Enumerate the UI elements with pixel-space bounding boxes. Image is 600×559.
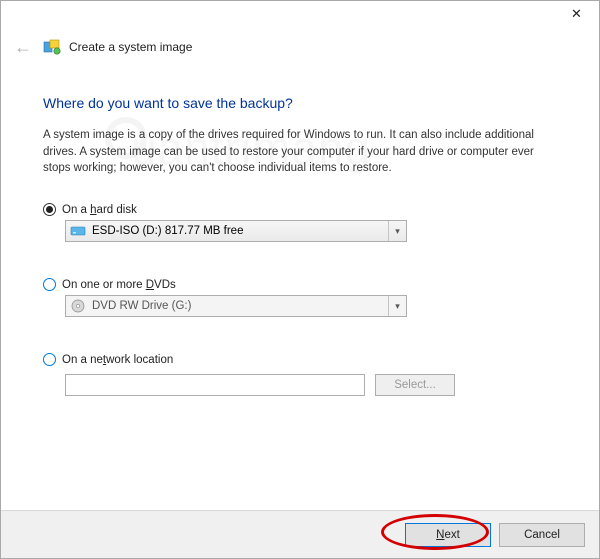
network-path-input[interactable] xyxy=(65,374,365,396)
close-button[interactable]: ✕ xyxy=(554,1,599,29)
option-dvds: On one or more DVDs DVD RW Drive (G:) ▾ xyxy=(43,278,557,317)
wizard-content: uantrimang Where do you want to save the… xyxy=(1,95,599,396)
radio-hard-disk-label: On a hard disk xyxy=(62,204,137,216)
dvds-combo[interactable]: DVD RW Drive (G:) ▾ xyxy=(65,295,407,317)
radio-network[interactable]: On a network location xyxy=(43,353,557,366)
option-network: On a network location Select... xyxy=(43,353,557,396)
system-image-icon xyxy=(43,38,61,56)
dvds-combo-value: DVD RW Drive (G:) xyxy=(92,300,388,312)
radio-dvds[interactable]: On one or more DVDs xyxy=(43,278,557,291)
page-heading: Where do you want to save the backup? xyxy=(43,95,557,111)
radio-dvds-input[interactable] xyxy=(43,278,56,291)
select-button: Select... xyxy=(375,374,455,396)
hard-disk-combo[interactable]: ESD-ISO (D:) 817.77 MB free ▾ xyxy=(65,220,407,242)
radio-hard-disk-input[interactable] xyxy=(43,203,56,216)
radio-network-input[interactable] xyxy=(43,353,56,366)
cancel-button[interactable]: Cancel xyxy=(499,523,585,547)
back-arrow-icon[interactable]: ← xyxy=(11,35,35,59)
radio-network-label: On a network location xyxy=(62,354,173,366)
radio-hard-disk[interactable]: On a hard disk xyxy=(43,203,557,216)
hard-disk-combo-value: ESD-ISO (D:) 817.77 MB free xyxy=(92,225,388,237)
dvd-icon xyxy=(70,298,86,314)
radio-dvds-label: On one or more DVDs xyxy=(62,279,176,291)
option-hard-disk: On a hard disk ESD-ISO (D:) 817.77 MB fr… xyxy=(43,203,557,242)
wizard-footer: Next Cancel xyxy=(1,510,599,558)
next-button[interactable]: Next xyxy=(405,523,491,547)
page-description: A system image is a copy of the drives r… xyxy=(43,127,557,177)
title-bar: ✕ xyxy=(1,1,599,31)
drive-icon xyxy=(70,223,86,239)
wizard-header: ← Create a system image xyxy=(1,31,599,77)
wizard-title: Create a system image xyxy=(69,40,192,54)
chevron-down-icon[interactable]: ▾ xyxy=(388,221,406,241)
chevron-down-icon[interactable]: ▾ xyxy=(388,296,406,316)
